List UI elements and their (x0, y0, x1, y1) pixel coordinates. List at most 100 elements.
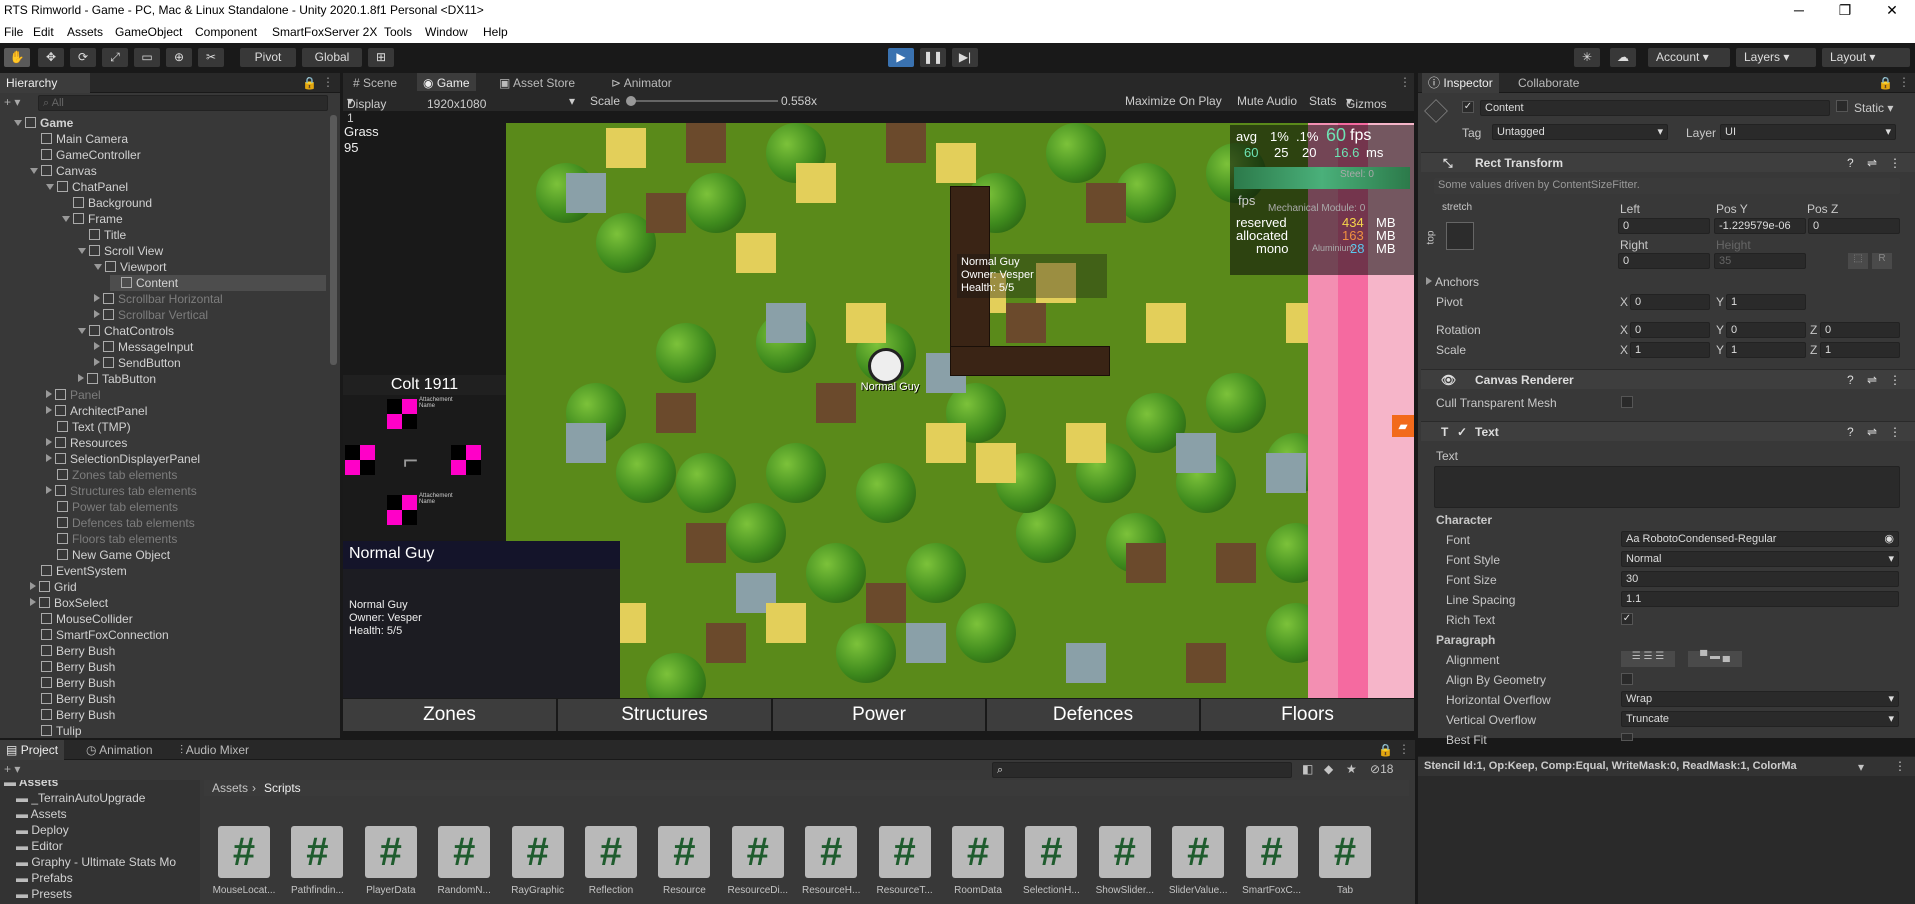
help-icon[interactable]: ? (1847, 156, 1854, 170)
expanded-chevron-icon[interactable] (78, 248, 86, 254)
vertical-align-buttons[interactable]: ▀ ▬ ▄ (1688, 651, 1742, 667)
gizmos-dropdown[interactable]: Gizmos ▾ (1346, 94, 1387, 111)
layer-dropdown[interactable]: UI ▾ (1720, 124, 1896, 140)
search-by-label-icon[interactable]: ◆ (1324, 762, 1333, 776)
game-view[interactable]: Normal Guy Normal Guy Owner: Vesper Heal… (343, 123, 1414, 698)
hierarchy-item[interactable]: Berry Bush (30, 675, 326, 691)
hierarchy-item[interactable]: ChatControls (78, 323, 326, 339)
grid-snap-icon[interactable]: ⊞ (368, 48, 394, 67)
stencil-kebab-icon[interactable]: ⋮ (1894, 759, 1906, 773)
tab-audio-mixer[interactable]: ⫶ Audio Mixer (174, 740, 255, 760)
posz-field[interactable]: 0 (1808, 218, 1900, 234)
hierarchy-item[interactable]: MessageInput (94, 339, 326, 355)
presets-icon[interactable]: ⇌ (1867, 425, 1877, 439)
menu-assets[interactable]: Assets (67, 25, 103, 39)
hierarchy-item[interactable]: Power tab elements (46, 499, 326, 515)
anchors-foldout[interactable]: Anchors (1426, 275, 1479, 289)
static-checkbox[interactable] (1836, 100, 1848, 112)
anchor-preset-icon[interactable] (1446, 222, 1474, 250)
rotate-tool-icon[interactable]: ⟳ (70, 48, 96, 67)
hierarchy-item[interactable]: Title (78, 227, 326, 243)
csharp-script-icon[interactable]: # (511, 826, 564, 878)
project-kebab-icon[interactable]: ⋮ (1398, 742, 1410, 756)
view-kebab-icon[interactable]: ⋮ (1399, 75, 1411, 89)
tab-collaborate[interactable]: Collaborate (1512, 73, 1585, 93)
unit-sprite[interactable] (868, 348, 904, 384)
scale-y-field[interactable]: 1 (1726, 342, 1806, 358)
object-picker-icon[interactable]: ◉ (1884, 532, 1894, 546)
expanded-chevron-icon[interactable] (78, 328, 86, 334)
csharp-script-icon[interactable]: # (731, 826, 784, 878)
vertical-overflow-dropdown[interactable]: Truncate ▾ (1621, 711, 1899, 727)
hierarchy-item[interactable]: Main Camera (30, 131, 326, 147)
tab-power[interactable]: Power (773, 699, 985, 731)
horizontal-overflow-dropdown[interactable]: Wrap ▾ (1621, 691, 1899, 707)
project-folder-item[interactable]: ▬ Assets (4, 780, 58, 790)
tab-structures[interactable]: Structures (558, 699, 771, 731)
project-folder-item[interactable]: ▬ Presets (16, 886, 72, 902)
project-folder-item[interactable]: ▬ Assets (16, 806, 67, 822)
font-style-dropdown[interactable]: Normal ▾ (1621, 551, 1899, 567)
best-fit-checkbox[interactable] (1621, 733, 1633, 741)
hierarchy-item[interactable]: BoxSelect (30, 595, 326, 611)
hierarchy-item[interactable]: Floors tab elements (46, 531, 326, 547)
project-lock-icon[interactable]: 🔒 (1378, 743, 1393, 757)
play-button[interactable]: ▶ (888, 48, 914, 67)
hierarchy-item[interactable]: Text (TMP) (46, 419, 326, 435)
cull-mesh-checkbox[interactable] (1621, 396, 1633, 408)
project-folder-item[interactable]: ▬ Deploy (16, 822, 69, 838)
hierarchy-item[interactable]: Scrollbar Horizontal (94, 291, 326, 307)
scale-z-field[interactable]: 1 (1820, 342, 1900, 358)
hierarchy-item[interactable]: Berry Bush (30, 691, 326, 707)
hierarchy-scrollbar[interactable] (330, 115, 337, 365)
add-object-button[interactable]: + ▾ (4, 95, 34, 111)
step-button[interactable]: ▶| (952, 48, 978, 67)
menu-tools[interactable]: Tools (384, 25, 412, 39)
create-asset-button[interactable]: + ▾ (4, 762, 20, 776)
collapsed-chevron-icon[interactable] (46, 438, 52, 446)
collapsed-chevron-icon[interactable] (46, 486, 52, 494)
minimize-button[interactable]: ─ (1776, 0, 1822, 21)
pause-button[interactable]: ❚❚ (920, 48, 946, 67)
hierarchy-item[interactable]: SelectionDisplayerPanel (46, 451, 326, 467)
project-folder-item[interactable]: ▬ Graphy - Ultimate Stats Mo (16, 854, 176, 870)
stencil-chevron-icon[interactable]: ▾ (1858, 760, 1864, 774)
presets-icon[interactable]: ⇌ (1867, 156, 1877, 170)
pivot-y-field[interactable]: 1 (1726, 294, 1806, 310)
layers-dropdown[interactable]: Layers ▾ (1736, 48, 1816, 67)
chat-toggle-icon[interactable]: ▰ (1392, 415, 1414, 437)
horizontal-align-buttons[interactable]: ☰ ☰ ☰ (1621, 651, 1675, 667)
close-button[interactable]: ✕ (1869, 0, 1915, 21)
tab-scene[interactable]: # Scene (347, 73, 403, 93)
favorites-icon[interactable]: ★ (1346, 762, 1357, 776)
help-icon[interactable]: ? (1847, 425, 1854, 439)
hierarchy-item[interactable]: Content (110, 275, 326, 291)
tab-project[interactable]: ▤ Project (0, 740, 65, 760)
expanded-chevron-icon[interactable] (46, 184, 54, 190)
blueprint-mode-icon[interactable]: ⬚ (1848, 253, 1868, 269)
csharp-script-icon[interactable]: # (1172, 826, 1225, 878)
hierarchy-item[interactable]: Scrollbar Vertical (94, 307, 326, 323)
text-enabled-checkbox[interactable]: ✓ (1457, 425, 1467, 439)
align-geometry-checkbox[interactable] (1621, 673, 1633, 685)
hierarchy-item[interactable]: GameController (30, 147, 326, 163)
csharp-script-icon[interactable]: # (364, 826, 417, 878)
kebab-menu-icon[interactable]: ⋮ (322, 75, 334, 89)
csharp-script-icon[interactable]: # (438, 826, 491, 878)
hierarchy-item[interactable]: Scroll View (78, 243, 326, 259)
project-folder-item[interactable]: ▬ Prefabs (16, 870, 73, 886)
custom-tool-icon[interactable]: ✂ (198, 48, 224, 67)
scale-slider[interactable] (628, 100, 778, 102)
rich-text-checkbox[interactable]: ✓ (1621, 613, 1633, 625)
csharp-script-icon[interactable]: # (805, 826, 858, 878)
tab-animation[interactable]: ◷ Animation (80, 740, 159, 760)
tab-inspector[interactable]: ⓘ Inspector (1422, 73, 1499, 93)
collapsed-chevron-icon[interactable] (46, 406, 52, 414)
expanded-chevron-icon[interactable] (94, 264, 102, 270)
csharp-script-icon[interactable]: # (291, 826, 344, 878)
account-dropdown[interactable]: Account ▾ (1648, 48, 1730, 67)
hierarchy-item[interactable]: Defences tab elements (46, 515, 326, 531)
attachment-slot-left[interactable] (345, 445, 375, 475)
left-field[interactable]: 0 (1618, 218, 1710, 234)
static-dropdown[interactable]: Static ▾ (1854, 101, 1893, 115)
